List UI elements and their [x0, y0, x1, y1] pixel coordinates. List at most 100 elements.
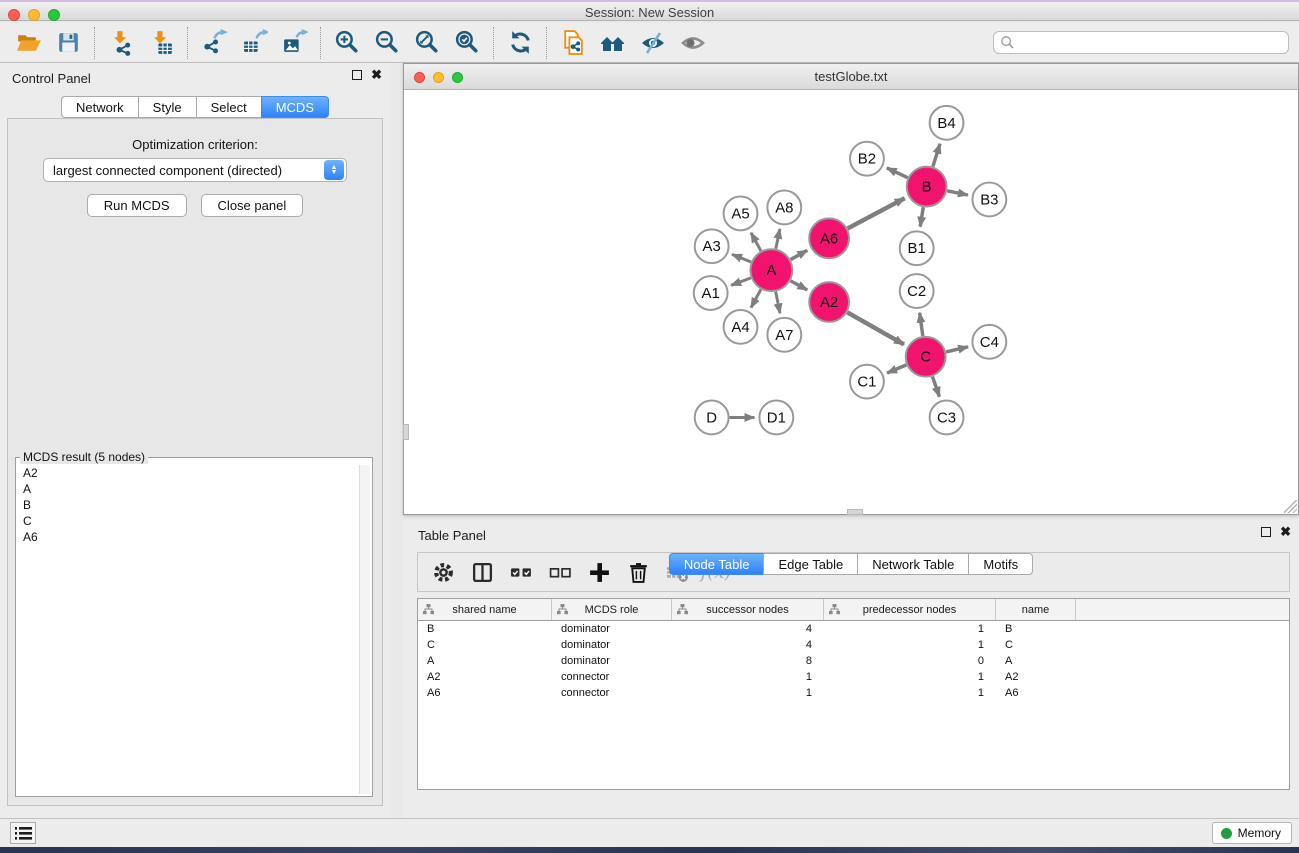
close-panel-icon[interactable]: ✖ [1280, 527, 1291, 537]
splitter-handle[interactable] [847, 509, 863, 515]
control-panel: Control Panel ✖ Network Style Select MCD… [0, 63, 390, 818]
search-field[interactable] [993, 31, 1289, 54]
toolbar-separator [493, 27, 494, 59]
zoom-selected-icon[interactable] [447, 26, 487, 60]
graph-node-label: A6 [820, 230, 838, 247]
graph-node-label: B1 [908, 240, 926, 257]
graph-node-label: A3 [703, 238, 721, 255]
graph-node-label: A2 [820, 294, 838, 311]
eye-icon[interactable] [673, 26, 713, 60]
zoom-in-icon[interactable] [327, 26, 367, 60]
graph-edge-B-B3[interactable] [947, 191, 968, 195]
mcds-result-group: MCDS result (5 nodes) A2ABCA6 [15, 457, 373, 797]
graph-edge-A-A5[interactable] [751, 233, 761, 251]
control-panel-title: Control Panel [12, 71, 91, 86]
select-stepper-icon: ▲▼ [324, 160, 344, 180]
table-tabs: Node Table Edge Table Network Table Moti… [403, 553, 1299, 816]
export-table-icon[interactable] [234, 26, 274, 60]
search-input[interactable] [1015, 33, 1288, 52]
graph-node-label: A4 [731, 319, 749, 336]
graph-edge-A-A8[interactable] [776, 229, 780, 249]
tab-mcds[interactable]: MCDS [261, 96, 329, 118]
float-panel-icon[interactable] [1261, 527, 1271, 537]
graph-node-label: A7 [775, 327, 793, 344]
float-panel-icon[interactable] [352, 70, 362, 80]
graph-edge-A-A6[interactable] [791, 250, 808, 259]
refresh-icon[interactable] [500, 26, 540, 60]
result-list-item[interactable]: A2 [18, 465, 358, 481]
graph-node-label: B3 [980, 191, 998, 208]
save-session-icon[interactable] [48, 26, 88, 60]
close-panel-icon[interactable]: ✖ [371, 70, 382, 80]
graph-edge-A2-C[interactable] [847, 312, 904, 344]
tab-style[interactable]: Style [138, 96, 196, 118]
graph-edge-A-A4[interactable] [751, 289, 761, 307]
network-graph: B4B2BB3A5A8A6A3B1AA1C2A2A4A7C4CC1C3DD1 [404, 91, 1298, 514]
graph-node-label: A1 [702, 285, 720, 302]
desktop-edge [0, 847, 1299, 853]
resize-grip[interactable] [1284, 500, 1297, 513]
control-panel-header: Control Panel ✖ [0, 63, 390, 91]
result-list-item[interactable]: B [18, 497, 358, 513]
task-history-button[interactable] [10, 822, 36, 844]
graph-edge-C-C3[interactable] [932, 377, 939, 397]
result-list-item[interactable]: A6 [18, 529, 358, 545]
zoom-out-icon[interactable] [367, 26, 407, 60]
network-view-window: testGlobe.txt B4B2BB3A5A8A6A3B1AA1C2A2A4… [403, 63, 1299, 515]
graph-edge-B-B2[interactable] [887, 168, 908, 178]
criterion-select[interactable]: largest connected component (directed) ▲… [43, 158, 347, 182]
tab-node-table[interactable]: Node Table [669, 553, 764, 575]
result-scrollbar[interactable] [359, 465, 370, 794]
graph-edge-A-A2[interactable] [791, 281, 808, 290]
tab-select[interactable]: Select [196, 96, 261, 118]
graph-node-label: D1 [767, 409, 786, 426]
graph-edge-C-C1[interactable] [887, 365, 906, 373]
toolbar-separator [187, 27, 188, 59]
houses-icon[interactable] [593, 26, 633, 60]
search-icon [1000, 35, 1015, 50]
tab-motifs[interactable]: Motifs [968, 553, 1033, 575]
tab-network[interactable]: Network [61, 96, 138, 118]
graph-node-label: C3 [937, 409, 956, 426]
toolbar-separator [546, 27, 547, 59]
graph-node-label: D [706, 409, 717, 426]
eye-slash-icon[interactable] [633, 26, 673, 60]
app-titlebar: Session: New Session [0, 0, 1299, 21]
graph-edge-C-C4[interactable] [946, 347, 968, 352]
network-canvas[interactable]: B4B2BB3A5A8A6A3B1AA1C2A2A4A7C4CC1C3DD1 [404, 91, 1298, 514]
export-image-icon[interactable] [274, 26, 314, 60]
run-mcds-button[interactable]: Run MCDS [87, 194, 187, 217]
graph-node-label: B [922, 179, 932, 196]
import-table-icon[interactable] [141, 26, 181, 60]
memory-button[interactable]: Memory [1212, 822, 1292, 844]
splitter-handle[interactable] [403, 424, 409, 440]
close-panel-button[interactable]: Close panel [201, 194, 304, 217]
zoom-fit-icon[interactable] [407, 26, 447, 60]
open-session-icon[interactable] [8, 26, 48, 60]
optimization-label: Optimization criterion: [8, 137, 382, 152]
graph-node-label: C1 [857, 374, 876, 391]
result-list-item[interactable]: A [18, 481, 358, 497]
clone-network-icon[interactable] [553, 26, 593, 60]
network-window-titlebar: testGlobe.txt [404, 64, 1298, 90]
graph-edge-B-B4[interactable] [933, 144, 940, 167]
graph-edge-A-A3[interactable] [732, 254, 751, 262]
table-panel-header: Table Panel ✖ [403, 520, 1299, 548]
export-network-icon[interactable] [194, 26, 234, 60]
graph-edge-C-C2[interactable] [920, 313, 923, 336]
graph-node-label: A8 [775, 199, 793, 216]
import-network-icon[interactable] [101, 26, 141, 60]
graph-edge-B-B1[interactable] [920, 207, 923, 226]
graph-node-label: B2 [858, 151, 876, 168]
graph-node-label: C2 [907, 283, 926, 300]
graph-edge-A-A7[interactable] [776, 292, 780, 314]
tab-network-table[interactable]: Network Table [857, 553, 968, 575]
toolbar-separator [94, 27, 95, 59]
graph-node-label: A5 [731, 205, 749, 222]
tab-edge-table[interactable]: Edge Table [763, 553, 857, 575]
graph-edge-A6-B[interactable] [848, 198, 905, 228]
memory-status-icon [1221, 828, 1232, 839]
graph-edge-A-A1[interactable] [731, 278, 751, 285]
window-title: Session: New Session [0, 5, 1299, 20]
result-list-item[interactable]: C [18, 513, 358, 529]
